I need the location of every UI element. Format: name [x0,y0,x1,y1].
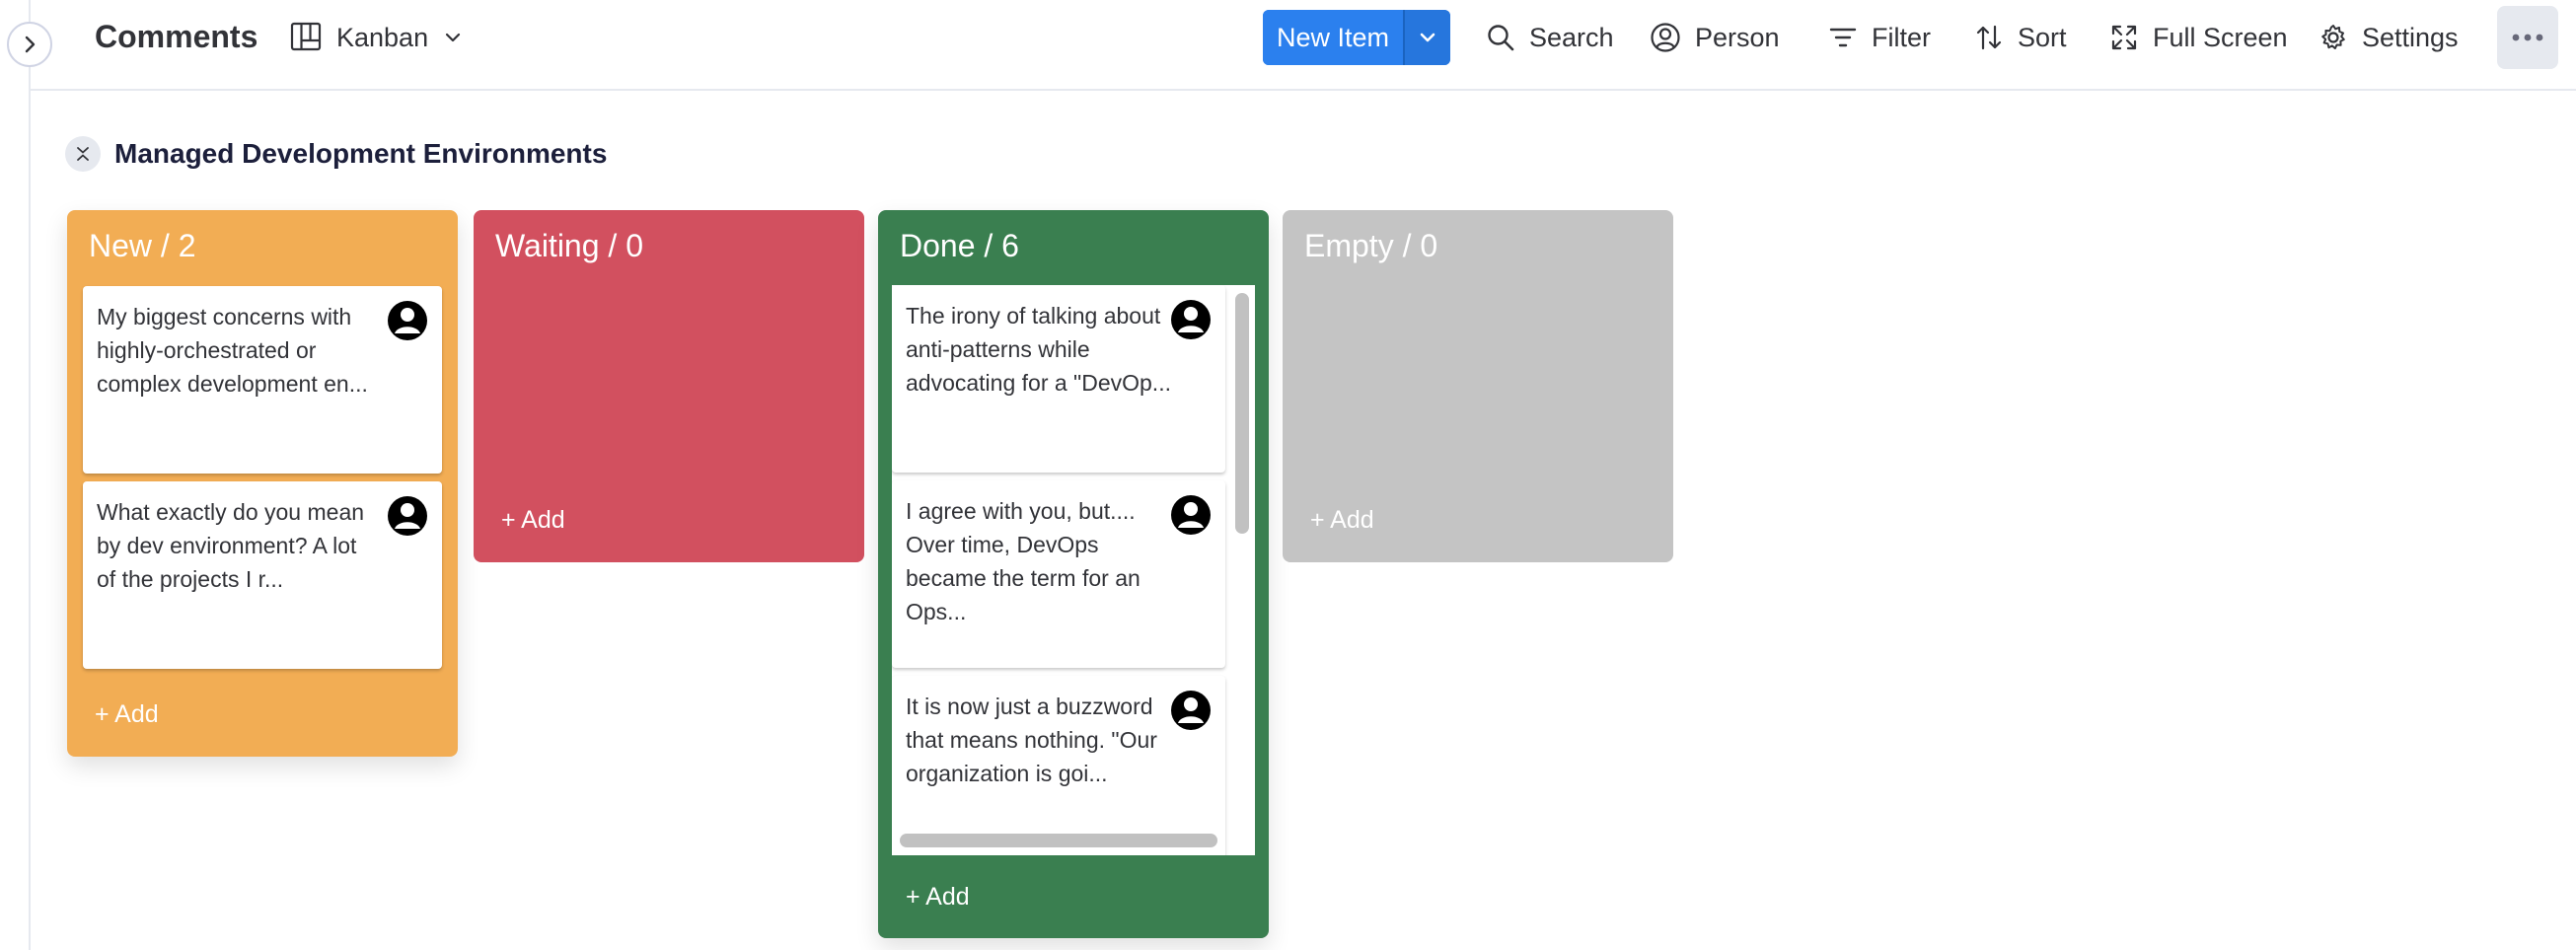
search-icon [1488,25,1514,51]
person-circle-icon [1651,23,1680,52]
horizontal-scrollbar-thumb[interactable] [900,834,1217,847]
new-item-dropdown-button[interactable] [1403,10,1451,65]
filter-label: Filter [1872,22,1931,52]
person-filter-button[interactable]: Person [1650,14,1780,61]
user-avatar-icon [388,496,427,536]
search-button[interactable]: Search [1486,14,1614,61]
person-label: Person [1695,22,1780,52]
card-scroll-area[interactable]: The irony of talking about anti-patterns… [892,285,1255,855]
board-title: Comments [95,19,258,54]
kanban-column-waiting: Waiting / 0 + Add [474,210,864,562]
card-text: My biggest concerns with highly-orchestr… [97,304,368,397]
card-text: The irony of talking about anti-patterns… [906,303,1171,396]
fullscreen-button[interactable]: Full Screen [2109,14,2288,61]
kanban-icon [290,22,322,51]
filter-icon [1829,28,1857,47]
chevron-down-icon [445,33,461,42]
fullscreen-label: Full Screen [2153,22,2288,52]
column-title: New / 2 [89,228,196,263]
kanban-card[interactable]: The irony of talking about anti-patterns… [892,285,1225,473]
add-card-button[interactable]: + Add [501,506,565,535]
search-label: Search [1529,22,1614,52]
gear-icon [2321,25,2345,49]
column-title: Waiting / 0 [495,228,643,263]
user-avatar-icon [1171,691,1211,730]
user-avatar-icon [388,301,427,340]
new-item-button[interactable]: New Item [1263,10,1404,65]
new-item-button-group: New Item [1263,10,1451,65]
settings-label: Settings [2362,22,2459,52]
kanban-column-done: Done / 6 The irony of talking about anti… [878,210,1269,938]
chevron-down-icon [1420,33,1435,42]
kanban-card[interactable]: I agree with you, but.... Over time, Dev… [892,480,1225,668]
user-avatar-icon [1171,495,1211,535]
kanban-column-empty: Empty / 0 + Add [1283,210,1673,562]
sort-icon [1976,25,2002,50]
add-card-button[interactable]: + Add [1310,506,1374,535]
fullscreen-icon [2111,25,2137,50]
group-header: Managed Development Environments [65,134,607,174]
group-title: Managed Development Environments [114,138,608,169]
add-card-button[interactable]: + Add [906,883,970,912]
vertical-scrollbar[interactable] [1229,285,1255,855]
card-text: I agree with you, but.... Over time, Dev… [906,498,1141,624]
view-switcher[interactable]: Kanban [289,14,464,61]
collapse-group-button[interactable] [65,136,101,172]
kanban-card[interactable]: It is now just a buzzword that means not… [892,676,1225,855]
chevron-right-icon [25,36,36,53]
settings-button[interactable]: Settings [2318,14,2459,61]
add-card-button[interactable]: + Add [95,700,159,729]
kanban-card[interactable]: My biggest concerns with highly-orchestr… [83,286,442,474]
user-avatar-icon [1171,300,1211,339]
sort-label: Sort [2018,22,2067,52]
column-title: Done / 6 [900,228,1019,263]
kanban-card[interactable]: What exactly do you mean by dev environm… [83,481,442,669]
kanban-column-new: New / 2 My biggest concerns with highly-… [67,210,458,757]
more-options-button[interactable] [2497,6,2558,69]
view-label: Kanban [336,22,429,52]
expand-sidebar-button[interactable] [7,22,52,67]
card-text: It is now just a buzzword that means not… [906,694,1157,786]
filter-button[interactable]: Filter [1828,14,1931,61]
more-horizontal-icon [2512,34,2543,41]
vertical-scrollbar-thumb[interactable] [1235,293,1249,534]
left-rail [0,0,31,950]
sort-button[interactable]: Sort [1974,14,2067,61]
collapse-icon [77,147,89,161]
top-bar: Comments Kanban New Item Search Person F… [31,0,2576,91]
card-text: What exactly do you mean by dev environm… [97,499,365,592]
column-title: Empty / 0 [1304,228,1438,263]
